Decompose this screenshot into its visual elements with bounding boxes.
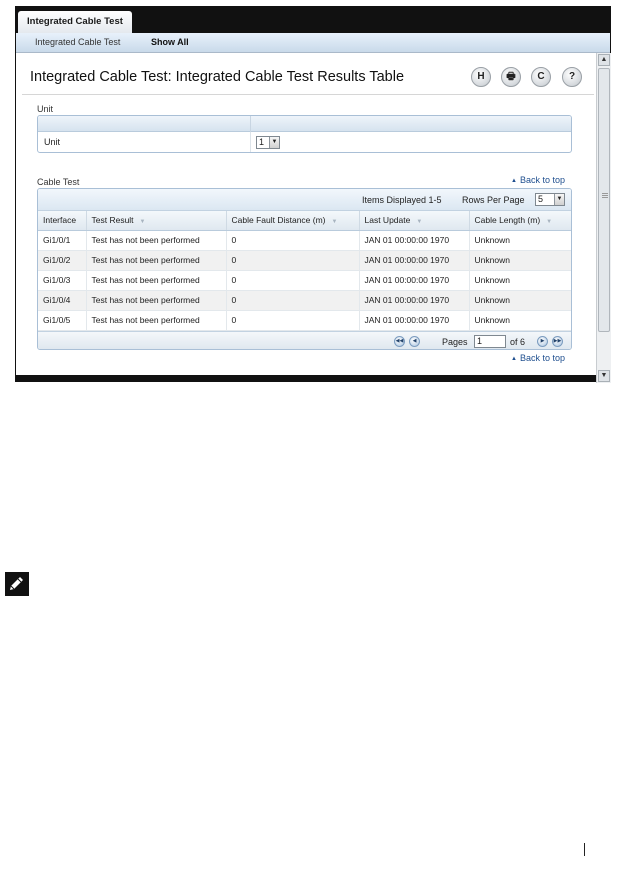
help-icon[interactable]: ? [562, 67, 582, 87]
cell-last-update: JAN 01 00:00:00 1970 [359, 310, 470, 331]
cell-test-result: Test has not been performed [86, 270, 227, 291]
subnav-item-integrated-cable-test[interactable]: Integrated Cable Test [35, 37, 120, 47]
content-area: Integrated Cable Test: Integrated Cable … [16, 53, 596, 375]
up-arrow-icon: ▲ [511, 356, 517, 362]
cell-fault-distance: 0 [226, 230, 360, 251]
table-row[interactable]: Gi1/0/1 Test has not been performed 0 JA… [38, 230, 571, 251]
tab-bar: Integrated Cable Test [16, 7, 610, 33]
cable-test-panel: Items Displayed 1-5 Rows Per Page 5 ▼ In… [37, 188, 572, 350]
title-divider [22, 94, 594, 95]
first-page-icon[interactable]: ◀◀ [394, 335, 405, 347]
unit-panel-header [38, 116, 571, 132]
page-count-label: of 6 [510, 336, 526, 347]
back-to-top-link-bottom[interactable]: ▲ Back to top [511, 353, 565, 363]
cable-test-section-label: Cable Test [37, 177, 80, 187]
cable-test-topbar: Items Displayed 1-5 Rows Per Page 5 ▼ [38, 189, 571, 211]
unit-section-label: Unit [37, 104, 54, 114]
pagination-bar: ◀◀ ◀ Pages 1 of 6 ▶ ▶▶ [38, 330, 571, 349]
cell-cable-length: Unknown [469, 310, 571, 331]
cell-interface: Gi1/0/3 [38, 270, 87, 291]
last-page-icon[interactable]: ▶▶ [552, 335, 563, 347]
cell-cable-length: Unknown [469, 250, 571, 271]
cell-fault-distance: 0 [226, 310, 360, 331]
sub-navigation: Integrated Cable Test Show All [16, 33, 610, 53]
column-header-test-result[interactable]: Test Result ▼ [86, 211, 227, 231]
tab-integrated-cable-test[interactable]: Integrated Cable Test [18, 11, 132, 33]
back-to-top-link[interactable]: ▲ Back to top [511, 175, 565, 185]
refresh-icon[interactable]: C [531, 67, 551, 87]
cell-fault-distance: 0 [226, 250, 360, 271]
chevron-down-icon[interactable]: ▼ [269, 137, 279, 148]
rows-per-page-select[interactable]: 5 ▼ [535, 193, 565, 206]
browser-window: Integrated Cable Test Integrated Cable T… [15, 6, 611, 383]
back-to-top-label: Back to top [519, 175, 565, 185]
chevron-down-icon[interactable]: ▼ [554, 194, 564, 205]
page-title: Integrated Cable Test: Integrated Cable … [30, 69, 405, 85]
note-pencil-icon [5, 572, 29, 596]
unit-select-value: 1 [259, 137, 265, 147]
cell-interface: Gi1/0/2 [38, 250, 87, 271]
column-header-cable-length[interactable]: Cable Length (m) ▼ [469, 211, 571, 231]
cell-test-result: Test has not been performed [86, 230, 227, 251]
rows-per-page-label: Rows Per Page [462, 195, 525, 205]
save-icon[interactable]: H [471, 67, 491, 87]
cell-test-result: Test has not been performed [86, 290, 227, 311]
back-to-top-label: Back to top [519, 353, 565, 363]
cell-interface: Gi1/0/4 [38, 290, 87, 311]
cell-test-result: Test has not been performed [86, 250, 227, 271]
cell-interface: Gi1/0/1 [38, 230, 87, 251]
scrollbar-thumb[interactable] [598, 68, 610, 332]
sort-icon[interactable]: ▼ [546, 219, 552, 225]
sort-icon[interactable]: ▼ [140, 219, 146, 225]
unit-row: Unit 1 ▼ [38, 132, 571, 152]
unit-select[interactable]: 1 ▼ [256, 136, 280, 149]
vertical-scrollbar[interactable]: ▲ ▼ [596, 53, 611, 383]
table-row[interactable]: Gi1/0/5 Test has not been performed 0 JA… [38, 310, 571, 331]
cell-last-update: JAN 01 00:00:00 1970 [359, 290, 470, 311]
cell-fault-distance: 0 [226, 290, 360, 311]
cell-last-update: JAN 01 00:00:00 1970 [359, 270, 470, 291]
column-header-last-update[interactable]: Last Update ▼ [359, 211, 470, 231]
table-row[interactable]: Gi1/0/2 Test has not been performed 0 JA… [38, 250, 571, 271]
sort-icon[interactable]: ▼ [416, 219, 422, 225]
unit-row-label: Unit [44, 137, 61, 147]
previous-page-icon[interactable]: ◀ [409, 335, 420, 347]
unit-panel: Unit 1 ▼ [37, 115, 572, 153]
print-icon[interactable]: 🖶 [501, 67, 521, 87]
cell-cable-length: Unknown [469, 230, 571, 251]
up-arrow-icon: ▲ [511, 178, 517, 184]
scroll-down-icon[interactable]: ▼ [598, 370, 610, 382]
cell-last-update: JAN 01 00:00:00 1970 [359, 250, 470, 271]
cable-test-table: Interface Test Result ▼ Cable Fault Dista… [38, 211, 571, 331]
next-page-icon[interactable]: ▶ [537, 335, 548, 347]
table-header-row: Interface Test Result ▼ Cable Fault Dista… [38, 211, 571, 231]
cell-last-update: JAN 01 00:00:00 1970 [359, 230, 470, 251]
column-header-cable-fault-distance[interactable]: Cable Fault Distance (m) ▼ [226, 211, 360, 231]
table-row[interactable]: Gi1/0/3 Test has not been performed 0 JA… [38, 270, 571, 291]
page-number-input[interactable]: 1 [474, 334, 506, 348]
cell-cable-length: Unknown [469, 270, 571, 291]
rows-per-page-value: 5 [538, 194, 544, 204]
cell-fault-distance: 0 [226, 270, 360, 291]
cell-interface: Gi1/0/5 [38, 310, 87, 331]
page-footer-rule [584, 843, 585, 856]
cell-test-result: Test has not been performed [86, 310, 227, 331]
pages-label: Pages [442, 336, 468, 347]
column-header-interface[interactable]: Interface [38, 211, 87, 231]
subnav-item-show-all[interactable]: Show All [151, 37, 189, 47]
cell-cable-length: Unknown [469, 290, 571, 311]
sort-icon[interactable]: ▼ [332, 219, 338, 225]
table-row[interactable]: Gi1/0/4 Test has not been performed 0 JA… [38, 290, 571, 311]
items-displayed: Items Displayed 1-5 [362, 195, 442, 205]
scroll-up-icon[interactable]: ▲ [598, 54, 610, 66]
